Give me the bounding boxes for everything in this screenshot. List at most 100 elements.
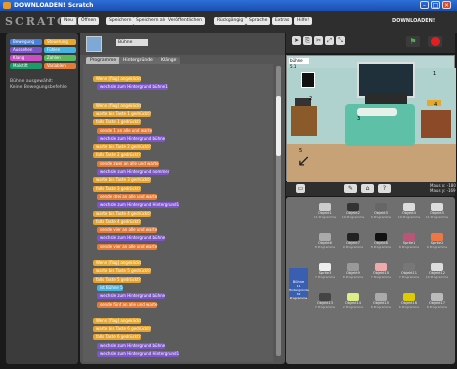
menu-item[interactable]: Öffnen: [78, 17, 100, 25]
script-block[interactable]: warte bis Taste 2 gedrückt?: [93, 144, 152, 151]
sprite-item[interactable]: Objekt6 8 Programme: [312, 233, 338, 255]
bed-headboard: [365, 94, 407, 104]
script-canvas[interactable]: Wenn [flag] angeklickt wechsle zum Hinter…: [83, 64, 273, 362]
sprite-item[interactable]: Objekt1 11 Programme: [312, 203, 338, 225]
category-button[interactable]: Aussehen: [10, 47, 42, 53]
script-block[interactable]: wechsle zum Hintergrund bühne: [97, 235, 166, 242]
script-block[interactable]: Wenn [flag] angeklickt: [93, 102, 142, 109]
shrink-icon[interactable]: ⤡: [336, 36, 345, 45]
green-flag-icon[interactable]: ⚑: [406, 36, 420, 47]
script-block[interactable]: wechsle zum Hintergrund bühne1: [97, 84, 168, 91]
category-button[interactable]: Malstift: [10, 63, 42, 69]
script-block[interactable]: wechsle zum Hintergrund Hintergrund1: [97, 202, 180, 209]
script-block[interactable]: wechsle zum Hintergrund bühne: [97, 342, 166, 349]
menu-item[interactable]: Speichern: [106, 17, 135, 25]
grow-icon[interactable]: ⤢: [325, 36, 334, 45]
script-block[interactable]: sende zwei an alle und warte: [97, 160, 159, 167]
menu-item[interactable]: Extras: [272, 17, 293, 25]
category-button[interactable]: Steuerung: [44, 39, 76, 45]
sprite-name-field[interactable]: Bühne: [116, 39, 148, 46]
stage-item[interactable]: Bühne 11 Hintergründe 32 Programme: [289, 268, 309, 300]
menu-item[interactable]: Veröffentlichen: [165, 17, 205, 25]
category-button[interactable]: Bewegung: [10, 39, 42, 45]
minimize-icon[interactable]: –: [420, 1, 429, 9]
sprite-item[interactable]: Objekt14 2 Programme: [340, 293, 366, 315]
script-block[interactable]: falls Taste 3 gedrückt?: [93, 185, 141, 192]
fullscreen-icon[interactable]: ▭: [296, 184, 305, 193]
close-icon[interactable]: ×: [442, 1, 451, 9]
sprite-item[interactable]: Objekt3 9 Programme: [368, 203, 394, 225]
sprite-item[interactable]: Objekt8 8 Programme: [368, 233, 394, 255]
menu-item[interactable]: Speichern als: [133, 17, 170, 25]
script-block[interactable]: warte bis Taste 4 gedrückt?: [93, 210, 152, 217]
sprite-info: 2 Programme: [342, 305, 364, 309]
sprite-item[interactable]: Sprite2 9 Programme: [424, 233, 450, 255]
script-block[interactable]: wechsle zum Hintergrund bühne: [97, 293, 166, 300]
sprite-item[interactable]: Objekt13 7 Programme: [312, 293, 338, 315]
script-block[interactable]: wechsle zum Hintergrund bühne: [97, 135, 166, 142]
script-block[interactable]: sende fünf an alle und warte: [97, 301, 158, 308]
script-block[interactable]: sende 1 an alle und warte: [97, 127, 153, 134]
sprite-info: 9 Programme: [370, 215, 392, 219]
bookshelf: [291, 106, 317, 136]
sprite-item[interactable]: Objekt2 10 Programme: [340, 203, 366, 225]
script-block[interactable]: falls Taste 6 gedrückt?: [93, 334, 141, 341]
sprite-item[interactable]: Objekt10 7 Programme: [368, 263, 394, 285]
menu-item[interactable]: Hilfe!: [294, 17, 313, 25]
delete-icon[interactable]: ✂: [314, 36, 323, 45]
sprite-item[interactable]: Objekt7 9 Programme: [340, 233, 366, 255]
sprite-item[interactable]: Objekt15 8 Programme: [368, 293, 394, 315]
cursor-icon[interactable]: ➤: [292, 36, 301, 45]
paint-new-sprite-icon[interactable]: ✎: [344, 184, 357, 193]
category-button[interactable]: Klang: [10, 55, 42, 61]
open-sprite-icon[interactable]: ⌂: [361, 184, 374, 193]
script-block[interactable]: falls Taste 4 gedrückt?: [93, 218, 141, 225]
menu-item[interactable]: Neu: [61, 17, 76, 25]
sprite-item[interactable]: Objekt9 8 Programme: [340, 263, 366, 285]
script-block[interactable]: ist Bühne 5: [97, 284, 123, 291]
sprite-thumbnail: [403, 293, 415, 301]
stage-canvas[interactable]: bühne 5.1 ↙ 1 2 3 4 5: [286, 55, 456, 182]
category-button[interactable]: Zahlen: [44, 55, 76, 61]
menu-item[interactable]: Sprache: [246, 17, 271, 25]
sprite-info: 7 Programme: [398, 275, 420, 279]
sprite-thumbnail: [403, 203, 415, 211]
script-block[interactable]: wechsle zum Hintergrund nommer: [97, 169, 170, 175]
sprite-item[interactable]: Objekt11 7 Programme: [396, 263, 422, 285]
tab-backgrounds[interactable]: Hintergründe: [119, 57, 157, 64]
tab-scripts[interactable]: Programme: [86, 57, 121, 64]
script-block[interactable]: warte bis Taste 3 gedrückt?: [93, 177, 152, 184]
script-block[interactable]: warte bis Taste 5 gedrückt?: [93, 268, 152, 275]
script-block[interactable]: warte bis Taste 6 gedrückt?: [93, 326, 152, 333]
random-sprite-icon[interactable]: ?: [378, 184, 391, 193]
stop-button[interactable]: [428, 36, 442, 47]
sprite-item[interactable]: Objekt12 10 Programme: [424, 263, 450, 285]
script-block[interactable]: falls Taste 1 gedrückt?: [93, 119, 141, 126]
sprite-item[interactable]: Sprite3 7 Programme: [312, 263, 338, 285]
tab-sounds[interactable]: Klänge: [157, 57, 181, 64]
sprite-item[interactable]: Objekt5 11 Programme: [424, 203, 450, 225]
scratch-app-icon: [3, 2, 11, 9]
sprite-item[interactable]: Objekt17 8 Programme: [424, 293, 450, 315]
menu-item[interactable]: Rückgängig: [214, 17, 247, 25]
script-block[interactable]: falls Taste 5 gedrückt?: [93, 276, 141, 283]
duplicate-icon[interactable]: ⎘: [303, 36, 312, 45]
script-block[interactable]: wechsle zum Hintergrund Hintergrund1: [97, 351, 180, 357]
script-block[interactable]: Wenn [flag] angeklickt: [93, 317, 142, 324]
maximize-icon[interactable]: □: [431, 1, 440, 9]
script-block[interactable]: sende vier an alle und warte: [97, 227, 158, 234]
sprite-item[interactable]: Objekt4 10 Programme: [396, 203, 422, 225]
user-label[interactable]: DOWNLOADEN!: [392, 18, 435, 24]
script-block[interactable]: falls Taste 2 gedrückt?: [93, 152, 141, 159]
category-button[interactable]: Variablen: [44, 63, 76, 69]
script-block[interactable]: Wenn [flag] angeklickt: [93, 260, 142, 266]
script-scroll-thumb[interactable]: [276, 96, 281, 156]
category-button[interactable]: Fühlen: [44, 47, 76, 53]
sprite-info: 10 Programme: [397, 215, 421, 219]
sprite-item[interactable]: Sprite1 8 Programme: [396, 233, 422, 255]
script-block[interactable]: sende vier an alle und warte: [97, 243, 158, 250]
script-block[interactable]: Wenn [flag] angeklickt: [93, 76, 142, 82]
script-block[interactable]: warte bis Taste 1 gedrückt?: [93, 110, 152, 117]
sprite-item[interactable]: Objekt16 6 Programme: [396, 293, 422, 315]
script-block[interactable]: sende drei an alle und warte: [97, 193, 158, 200]
